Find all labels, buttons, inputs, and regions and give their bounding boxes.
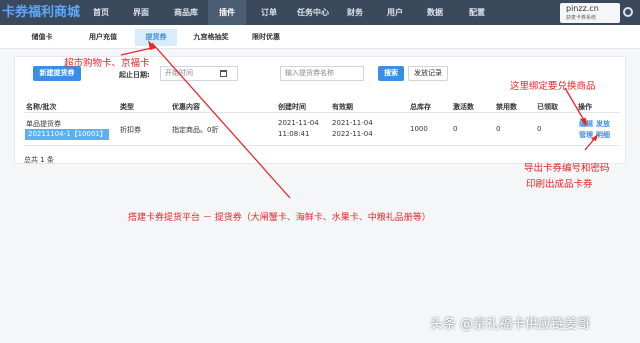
voucher-discount: 指定商品。0折 [172,126,219,134]
col-header-name-batch: 名称/批次 [26,103,57,111]
valid-from: 2021-11-04 [332,119,373,127]
col-header-validity: 有效期 [332,103,353,111]
col-header-disabled: 禁用数 [496,103,517,111]
annotation-top: 超市购物卡、京福卡 [64,58,150,69]
created-date: 2021-11-04 [278,119,319,127]
search-button[interactable]: 搜索 [378,66,404,81]
top-navbar: 卡券福利商城 首页 界面 商品库 插件 订单 任务中心 财务 用户 数据 配置 … [0,0,640,25]
search-placeholder: 输入提货券名称 [285,69,334,77]
annotation-right-top: 这里绑定要兑换商品 [510,81,596,92]
nav-users[interactable]: 用户 [380,0,410,25]
disabled-count: 0 [496,125,501,133]
tab-user-recharge[interactable]: 用户充值 [80,29,126,46]
nav-finance[interactable]: 财务 [340,0,370,25]
annotation-center: 搭建卡券提货平台 － 提货券（大闸蟹卡、海鲜卡、水果卡、中粮礼品册等） [128,213,431,223]
col-header-type: 类型 [120,103,134,111]
col-header-discount: 优惠内容 [172,103,200,111]
tab-stored-value-card[interactable]: 储值卡 [22,29,62,46]
received-count: 0 [537,125,542,133]
tab-limited-offer[interactable]: 限时优惠 [244,29,288,46]
voucher-type: 折扣券 [120,126,141,134]
annotation-right-bottom-1: 导出卡券编号和密码 [524,163,610,174]
annotation-right-bottom-2: 印刷出成品卡券 [526,179,593,190]
col-header-received: 已领取 [537,103,558,111]
voucher-name: 单品提货券 [26,120,61,128]
nav-home[interactable]: 首页 [84,0,118,25]
table-row-divider [24,145,620,146]
start-date-placeholder: 开始时间 [165,69,193,77]
batch-tag: 20211104-1【10001】 [25,129,109,140]
nav-orders[interactable]: 订单 [252,0,286,25]
nav-plugins[interactable]: 插件 [208,0,246,25]
table-header-divider [24,112,620,113]
issue-link[interactable]: 发放 [596,119,610,129]
activated-count: 0 [453,125,458,133]
col-header-actions: 操作 [578,103,592,111]
watermark: 头条 @京礼福卡供应链姜哥 [430,317,591,332]
site-tagline: 获麦卡券系统 [566,15,597,21]
tab-pickup-voucher[interactable]: 提货券 [135,29,177,46]
created-time: 11:08:41 [278,130,310,138]
nav-interface[interactable]: 界面 [124,0,158,25]
site-switcher[interactable]: pinzz.cn 获麦卡券系统 [560,3,620,23]
total-stock: 1000 [410,125,428,133]
gear-icon[interactable] [623,7,633,17]
manage-link[interactable]: 管理 [579,130,593,140]
col-header-created: 创建时间 [278,103,306,111]
nav-product-library[interactable]: 商品库 [164,0,208,25]
site-domain: pinzz.cn [566,4,599,13]
detail-link[interactable]: 明细 [596,130,610,140]
voucher-name-search-input[interactable]: 输入提货券名称 [280,66,364,81]
nav-task-center[interactable]: 任务中心 [290,0,336,25]
issue-records-button[interactable]: 发放记录 [408,66,448,81]
col-header-activated: 激活数 [453,103,474,111]
calendar-icon [220,70,227,77]
brand-logo[interactable]: 卡券福利商城 [0,2,84,23]
edit-link[interactable]: 编辑 [579,119,593,129]
total-count: 总共 1 条 [24,156,54,164]
date-range-label: 起止日期: [119,71,150,79]
nav-data[interactable]: 数据 [418,0,452,25]
plugin-subtabs: 储值卡 用户充值 提货券 九宫格抽奖 限时优惠 [0,25,640,49]
tab-lucky-draw[interactable]: 九宫格抽奖 [184,29,238,46]
valid-to: 2022-11-04 [332,130,373,138]
col-header-stock: 总库存 [410,103,431,111]
nav-settings[interactable]: 配置 [460,0,494,25]
